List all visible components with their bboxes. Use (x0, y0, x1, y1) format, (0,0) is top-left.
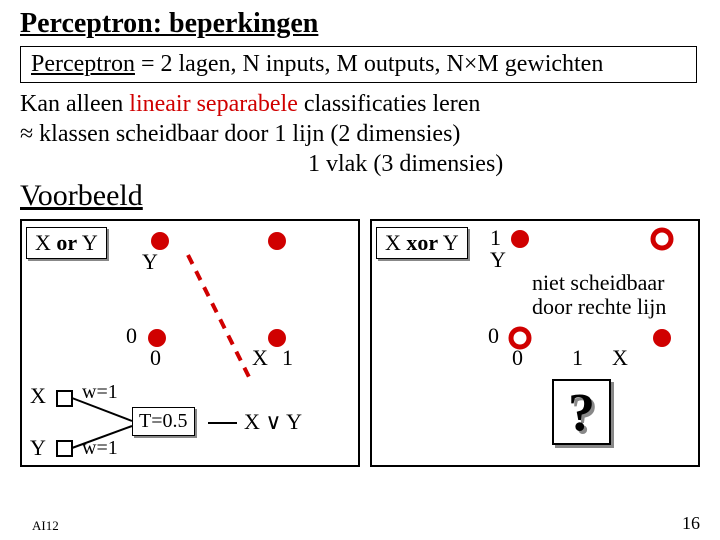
dot-icon (151, 232, 169, 250)
or-w2: w=1 (82, 437, 118, 460)
or-y-axis: Y (142, 249, 158, 275)
diagram-or: X or Y Y 0 0 X (20, 219, 360, 467)
dot-icon (653, 329, 671, 347)
separator-line-icon (188, 255, 252, 383)
xor-zero-y: 0 (488, 323, 499, 349)
input-node-icon (57, 391, 72, 406)
or-zero-y: 0 (126, 323, 137, 349)
xor-x-axis: X (612, 345, 628, 371)
body-l2: ≈ klassen scheidbaar door 1 lijn (2 dime… (20, 119, 700, 149)
dot-icon (268, 232, 286, 250)
or-y-input-label: Y (30, 435, 46, 461)
formula-subject: Perceptron (31, 51, 135, 77)
xor-note: niet scheidbaar door rechte lijn (532, 271, 666, 319)
or-x-input-label: X (30, 383, 46, 409)
or-one: 1 (282, 345, 293, 371)
body-text: Kan alleen lineair separabele classifica… (20, 89, 700, 179)
xor-y-axis: Y (490, 247, 506, 273)
xor-note-line1: niet scheidbaar (532, 271, 666, 295)
body-l1-pre: Kan alleen (20, 91, 129, 117)
body-l3: 1 vlak (3 dimensies) (20, 149, 700, 179)
question-mark-icon: ? (552, 379, 611, 445)
diagrams-row: X or Y Y 0 0 X (20, 219, 700, 467)
or-zero-x: 0 (150, 345, 161, 371)
dot-icon (511, 230, 529, 248)
or-output-label: X ∨ Y (244, 409, 302, 435)
xor-one-x: 1 (572, 345, 583, 371)
diagram-xor: X xor Y 1 Y niet scheidbaar door rechte … (370, 219, 700, 467)
body-l1-post: classificaties leren (298, 91, 481, 117)
footer-code: AI12 (32, 518, 59, 534)
or-x-axis: X (252, 345, 268, 371)
or-w1: w=1 (82, 381, 118, 404)
page-title: Perceptron: beperkingen (20, 8, 700, 40)
xor-svg (372, 221, 702, 465)
input-node-icon (57, 441, 72, 456)
voorbeeld-heading: Voorbeeld (20, 179, 700, 213)
xor-note-line2: door rechte lijn (532, 295, 666, 319)
formula-rest: = 2 lagen, N inputs, M outputs, N×M gewi… (135, 51, 603, 77)
or-threshold-box: T=0.5 (132, 407, 195, 436)
xor-zero-x: 0 (512, 345, 523, 371)
formula-box: Perceptron = 2 lagen, N inputs, M output… (20, 46, 697, 83)
body-l1-red: lineair separabele (129, 91, 298, 117)
footer-page-number: 16 (682, 513, 700, 534)
hollow-dot-icon (653, 230, 671, 248)
